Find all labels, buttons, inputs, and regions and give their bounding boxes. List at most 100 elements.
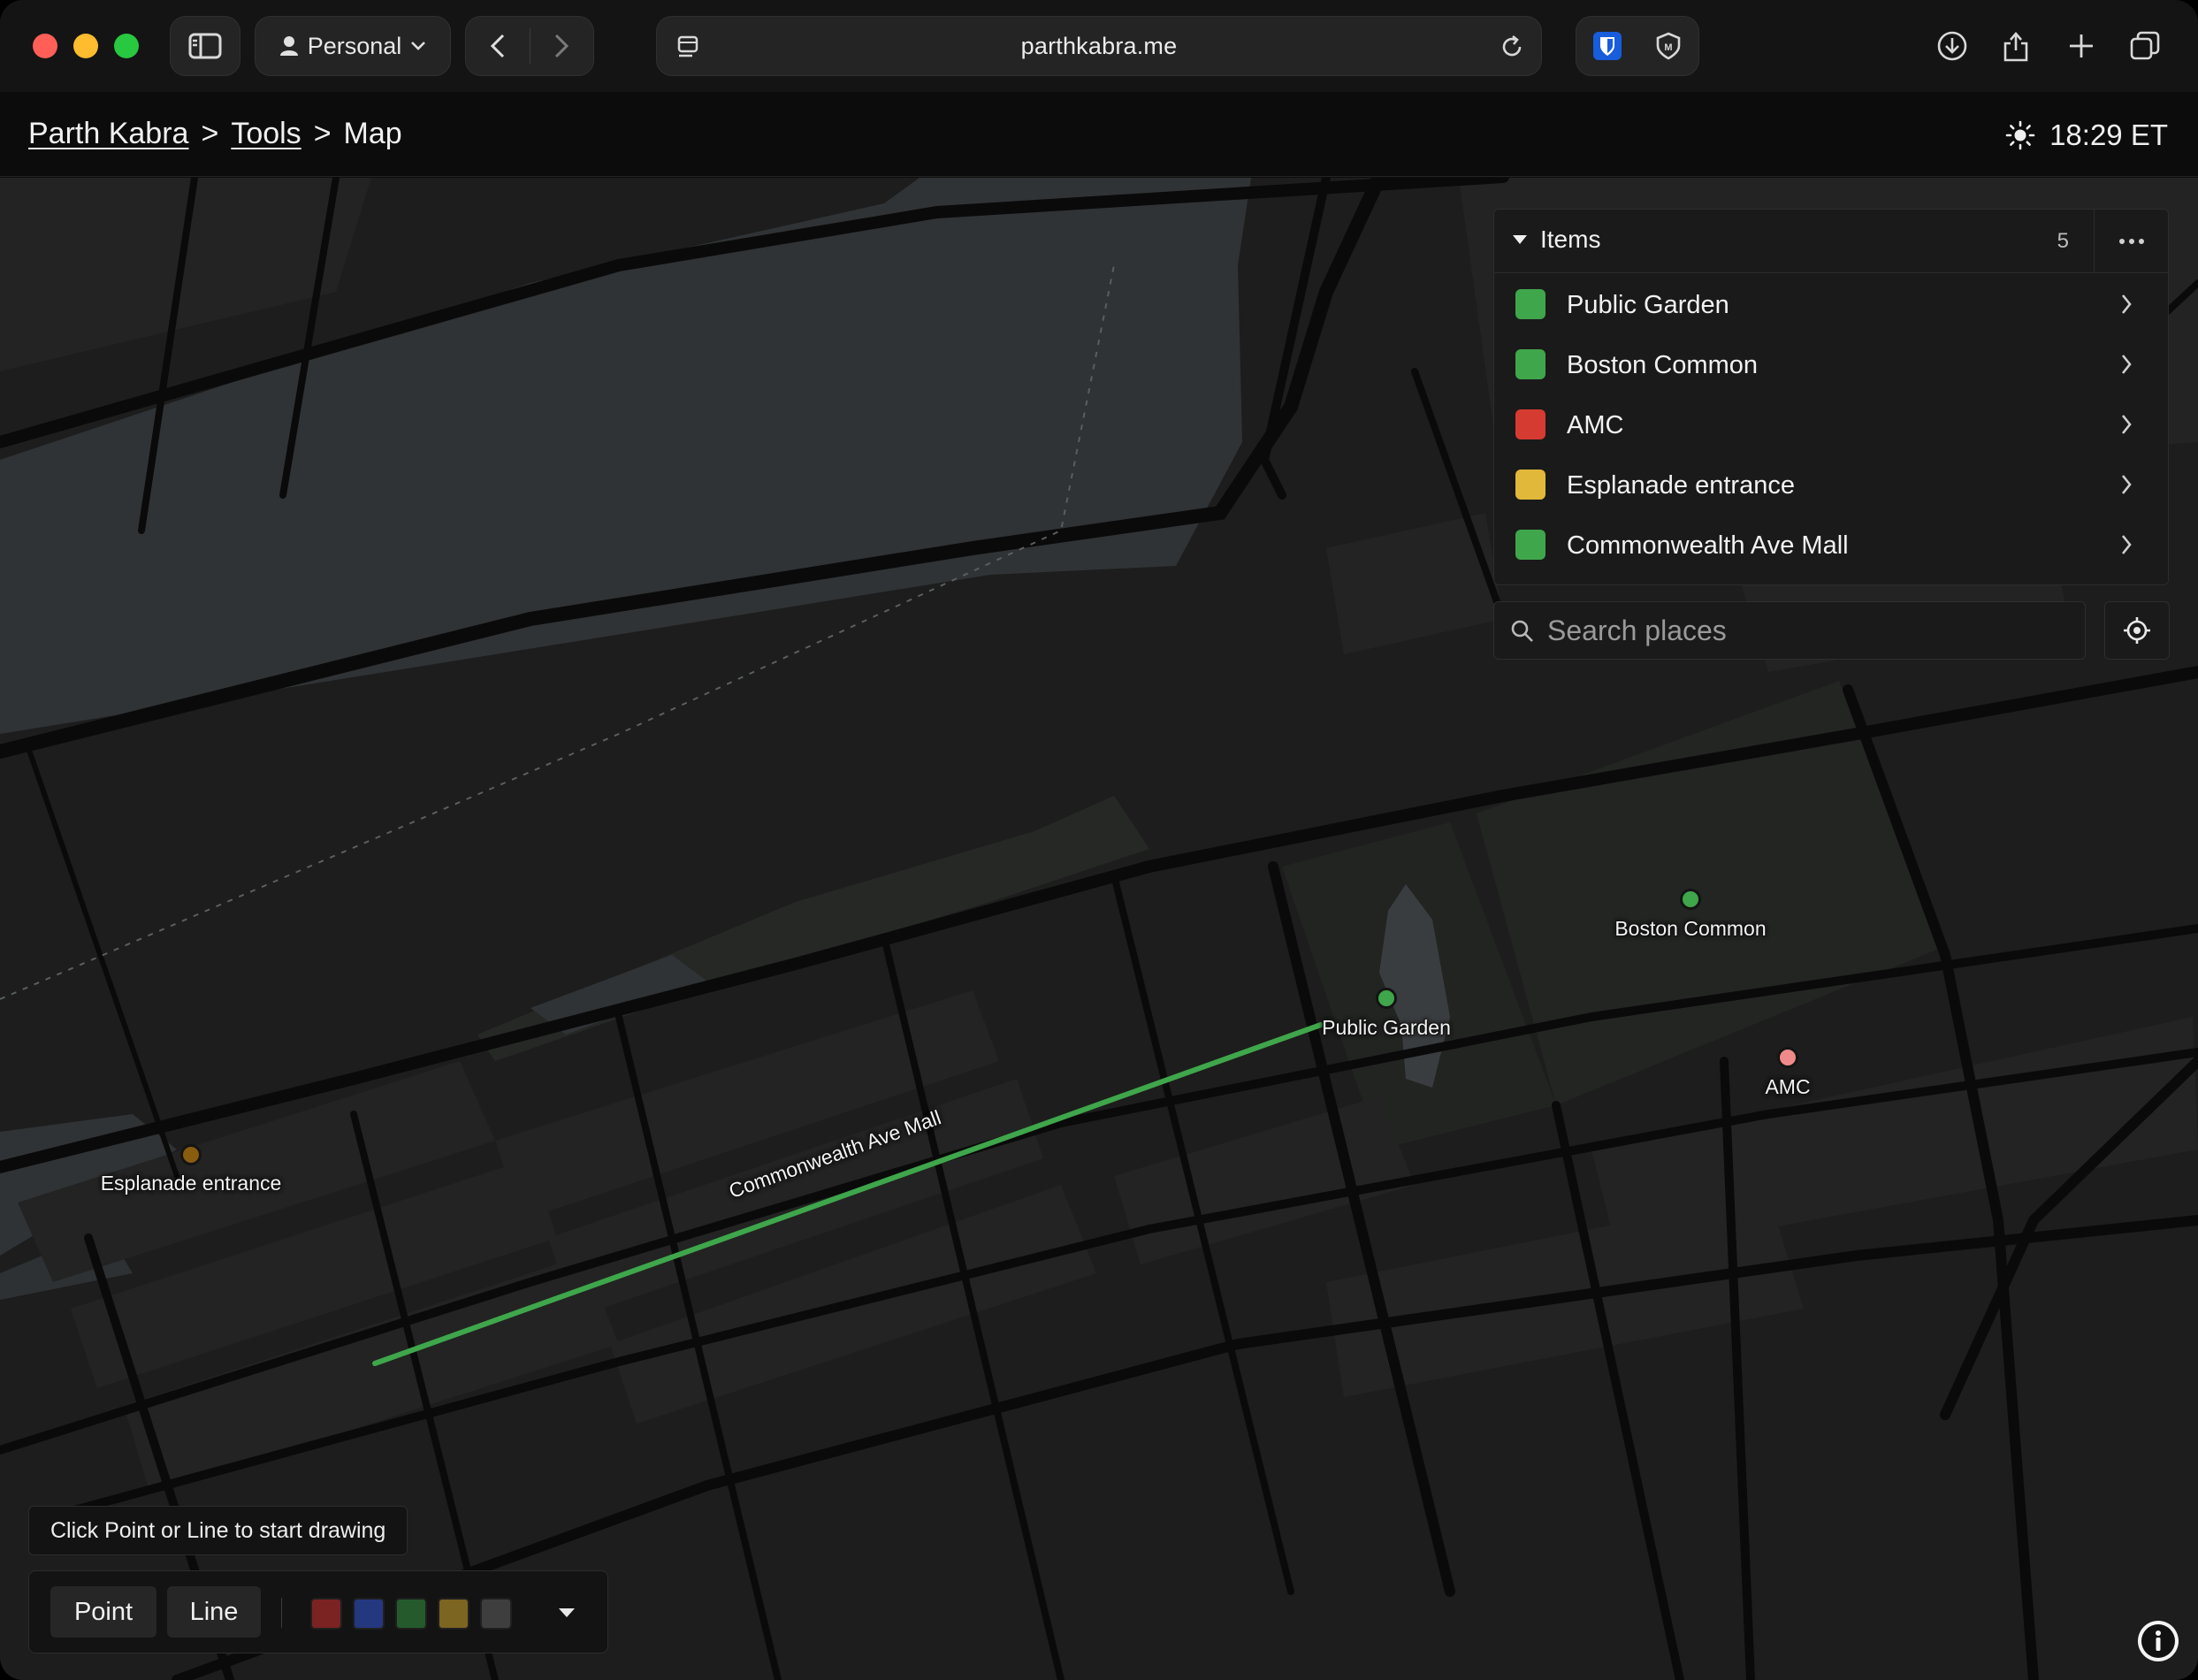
item-color-swatch <box>1515 470 1545 500</box>
items-panel: Items 5 Public Garden Boston Common AMC <box>1493 209 2169 585</box>
amc-map-label: AMC <box>1765 1075 1811 1098</box>
page-settings-icon <box>677 35 698 57</box>
new-tab-icon <box>2070 34 2093 57</box>
chevron-down-icon <box>411 42 426 50</box>
map-info-button[interactable] <box>2138 1621 2179 1661</box>
caret-down-icon <box>1513 235 1527 244</box>
back-button[interactable] <box>466 17 530 75</box>
breadcrumb-current: Map <box>343 117 402 150</box>
item-label: AMC <box>1567 411 1624 439</box>
items-count: 5 <box>2057 229 2069 253</box>
downloads-button[interactable] <box>1933 27 1972 65</box>
share-button[interactable] <box>1996 27 2035 65</box>
sidebar-icon <box>188 33 222 59</box>
clock-time: 18:29 ET <box>2049 118 2168 151</box>
search-input[interactable] <box>1547 609 2069 652</box>
chevron-right-icon <box>2121 355 2132 374</box>
public-garden-marker[interactable] <box>1376 988 1397 1009</box>
item-label: Public Garden <box>1567 291 1729 319</box>
extensions-group: M <box>1576 16 1699 76</box>
bitwarden-extension-button[interactable] <box>1576 17 1637 75</box>
toolbar-divider <box>281 1598 282 1628</box>
clock-area: 18:29 ET <box>2005 118 2168 152</box>
forward-button[interactable] <box>530 17 594 75</box>
color-swatch-green[interactable] <box>395 1598 427 1630</box>
items-more-button[interactable] <box>2094 210 2168 273</box>
info-icon <box>2141 1624 2175 1658</box>
chevron-right-icon <box>555 34 569 58</box>
privacy-shield-icon: M <box>1656 32 1680 60</box>
locate-button[interactable] <box>2104 601 2170 660</box>
chevron-right-icon <box>2121 415 2132 434</box>
address-bar[interactable]: parthkabra.me <box>656 16 1542 76</box>
person-icon <box>279 36 298 56</box>
browser-window: Personal parthkabra.me M Parth Kabra > T… <box>0 0 2198 1680</box>
bitwarden-icon <box>1592 32 1622 60</box>
close-window-button[interactable] <box>33 34 57 58</box>
new-tab-button[interactable] <box>2062 27 2101 65</box>
items-header: Items 5 <box>1494 210 2168 273</box>
browser-toolbar: Personal parthkabra.me M <box>0 0 2198 92</box>
privacy-extension-button[interactable]: M <box>1637 17 1698 75</box>
minimize-window-button[interactable] <box>73 34 98 58</box>
chevron-right-icon <box>2121 535 2132 554</box>
zoom-window-button[interactable] <box>114 34 139 58</box>
chevron-left-icon <box>490 34 504 58</box>
item-color-swatch <box>1515 349 1545 379</box>
reload-icon[interactable] <box>1499 34 1525 60</box>
item-color-swatch <box>1515 530 1545 560</box>
search-icon <box>1511 620 1533 642</box>
color-swatch-yellow[interactable] <box>438 1598 469 1630</box>
item-row-boston-common[interactable]: Boston Common <box>1494 334 2168 394</box>
svg-text:M: M <box>1664 42 1672 53</box>
color-swatch-blue[interactable] <box>353 1598 385 1630</box>
caret-down-icon <box>559 1608 575 1617</box>
boston-common-map-label: Boston Common <box>1614 917 1767 940</box>
item-color-swatch <box>1515 409 1545 439</box>
public-garden-map-label: Public Garden <box>1322 1016 1451 1039</box>
esplanade-entrance-marker[interactable] <box>180 1144 202 1165</box>
items-collapse-toggle[interactable]: Items <box>1512 225 1600 254</box>
site-header: Parth Kabra > Tools > Map 18:29 ET <box>0 92 2198 177</box>
item-label: Commonwealth Ave Mall <box>1567 531 1849 560</box>
item-row-amc[interactable]: AMC <box>1494 394 2168 454</box>
url-text: parthkabra.me <box>1020 32 1178 59</box>
chevron-right-icon <box>2121 294 2132 314</box>
search-box <box>1493 601 2086 660</box>
item-color-swatch <box>1515 289 1545 319</box>
item-row-commonwealth-ave-mall[interactable]: Commonwealth Ave Mall <box>1494 515 2168 575</box>
line-button[interactable]: Line <box>167 1586 261 1638</box>
item-row-public-garden[interactable]: Public Garden <box>1494 274 2168 334</box>
breadcrumb: Parth Kabra > Tools > Map <box>28 117 402 151</box>
breadcrumb-separator: > <box>313 117 332 150</box>
boston-common-marker[interactable] <box>1680 889 1701 910</box>
item-label: Boston Common <box>1567 351 1758 379</box>
breadcrumb-tools-link[interactable]: Tools <box>231 117 301 151</box>
color-swatch-gray[interactable] <box>480 1598 512 1630</box>
locate-icon <box>2124 617 2150 644</box>
tabs-overview-button[interactable] <box>2125 27 2164 65</box>
navigation-buttons <box>465 16 594 76</box>
breadcrumb-home-link[interactable]: Parth Kabra <box>28 117 188 151</box>
chevron-right-icon <box>2121 475 2132 494</box>
items-title: Items <box>1540 225 1601 253</box>
drawing-toolbar: Point Line <box>28 1570 608 1653</box>
items-list: Public Garden Boston Common AMC Esplanad… <box>1494 274 2168 575</box>
breadcrumb-separator: > <box>201 117 219 150</box>
point-button[interactable]: Point <box>50 1586 156 1638</box>
sidebar-toggle-button[interactable] <box>170 16 240 76</box>
more-icon <box>2118 239 2144 244</box>
profile-menu-button[interactable]: Personal <box>255 16 451 76</box>
item-row-esplanade-entrance[interactable]: Esplanade entrance <box>1494 454 2168 515</box>
color-menu-button[interactable] <box>544 1594 590 1631</box>
amc-marker[interactable] <box>1777 1047 1798 1068</box>
profile-label: Personal <box>307 32 402 59</box>
sun-icon[interactable] <box>2005 120 2035 150</box>
drawing-hint: Click Point or Line to start drawing <box>28 1506 408 1555</box>
tabs-overview-icon <box>2130 31 2160 60</box>
item-label: Esplanade entrance <box>1567 471 1795 500</box>
color-swatch-red[interactable] <box>310 1598 342 1630</box>
share-icon <box>2003 32 2028 62</box>
download-icon <box>1937 31 1967 61</box>
esplanade-entrance-map-label: Esplanade entrance <box>100 1172 282 1195</box>
